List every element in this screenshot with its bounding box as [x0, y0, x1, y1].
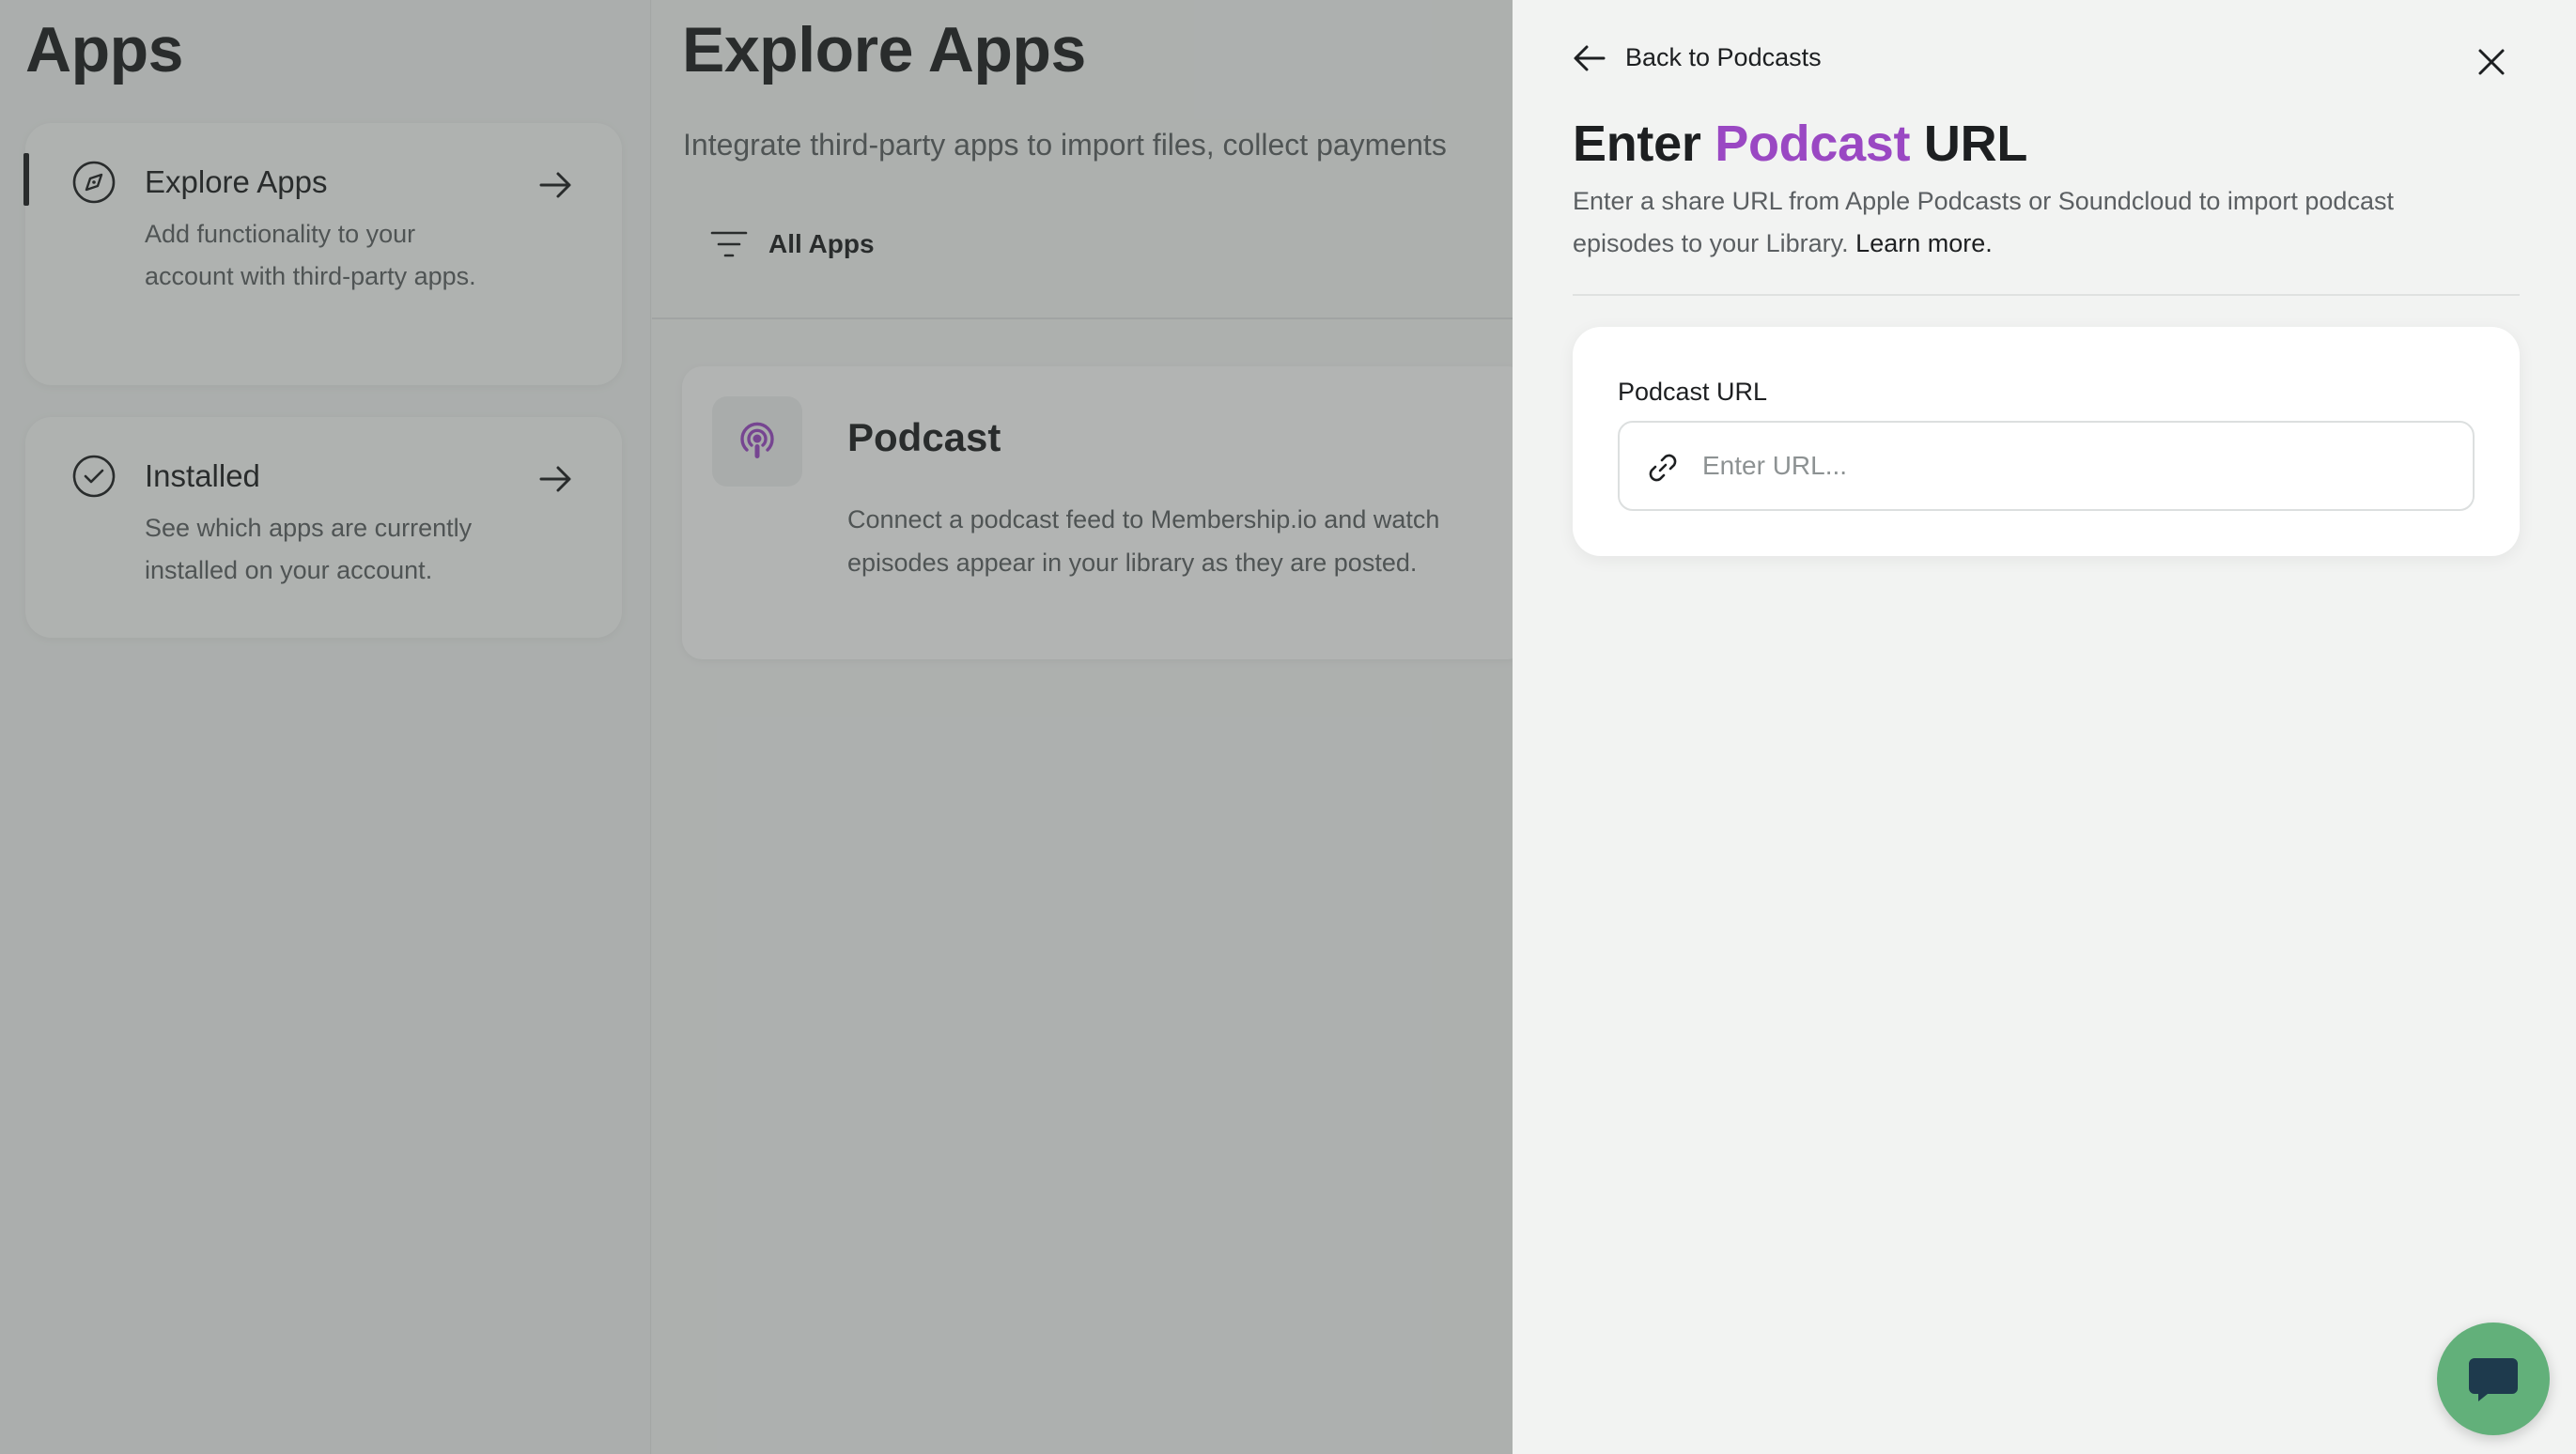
back-label: Back to Podcasts [1625, 43, 1822, 71]
podcast-url-drawer: Back to Podcasts Enter Podcast URL Enter… [1513, 0, 2576, 1454]
url-form-card: Podcast URL [1573, 327, 2520, 556]
podcast-url-input[interactable] [1702, 423, 2454, 509]
arrow-left-icon [1574, 45, 1606, 70]
back-to-podcasts-link[interactable]: Back to Podcasts [1573, 43, 1822, 72]
learn-more-link[interactable]: Learn more. [1855, 229, 1993, 257]
drawer-description: Enter a share URL from Apple Podcasts or… [1573, 180, 2399, 265]
app-root: Apps Explore Apps Add functionality to y… [0, 0, 2576, 1454]
chat-bubble-icon [2469, 1358, 2518, 1401]
field-label: Podcast URL [1618, 378, 1768, 406]
url-input-wrapper[interactable] [1618, 421, 2475, 511]
link-icon [1649, 454, 1677, 482]
title-suffix: URL [1923, 116, 2028, 172]
modal-backdrop[interactable] [0, 0, 1513, 1454]
divider [1573, 294, 2520, 296]
title-accent: Podcast [1715, 116, 1911, 172]
drawer-title: Enter Podcast URL [1573, 115, 2027, 173]
close-icon[interactable] [2473, 43, 2510, 81]
chat-widget-button[interactable] [2437, 1323, 2550, 1435]
title-prefix: Enter [1573, 116, 1701, 172]
